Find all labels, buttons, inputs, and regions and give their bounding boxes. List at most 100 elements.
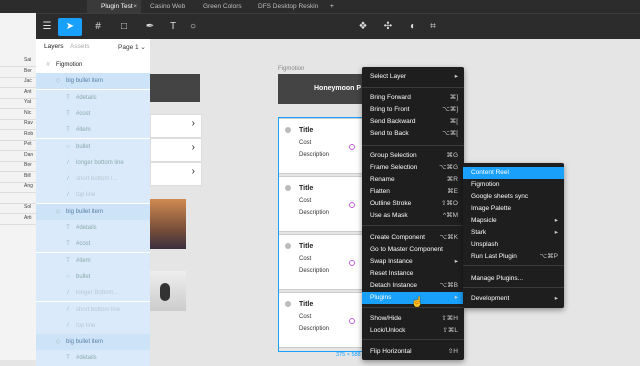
menu-item-label: Bring Forward bbox=[370, 94, 411, 101]
layer-label: short bottom line bbox=[76, 306, 121, 313]
tab-green-colors[interactable]: Green Colors bbox=[203, 0, 253, 13]
frame-tool-icon[interactable]: # bbox=[86, 18, 110, 36]
menu-item[interactable]: Outline Stroke ⇧⌘O bbox=[362, 198, 464, 210]
submenu-arrow-icon: ▸ bbox=[454, 294, 458, 301]
menu-item[interactable]: Create Component ⌥⌘K bbox=[362, 232, 464, 244]
layer-item[interactable]: / short bottom l... bbox=[36, 171, 150, 188]
list-item[interactable]: › bbox=[150, 138, 202, 162]
menu-item[interactable]: Image Palette bbox=[463, 203, 564, 215]
layer-item[interactable]: T #item bbox=[36, 252, 150, 269]
contrast-icon[interactable]: ◐ bbox=[404, 18, 422, 36]
layer-item[interactable]: / short bottom line bbox=[36, 301, 150, 318]
sheet-cell: Dan bbox=[24, 151, 34, 158]
menu-item-label: Select Layer bbox=[370, 73, 407, 80]
layer-item[interactable]: ◇ big bullet item bbox=[36, 203, 150, 220]
menu-item[interactable]: Select Layer ▸ bbox=[362, 71, 464, 83]
menu-item[interactable]: Bring Forward ⌘] bbox=[362, 92, 464, 104]
tab-dfs-desktop-reskin[interactable]: DFS Desktop Reskin bbox=[258, 0, 328, 13]
menu-item[interactable]: Manage Plugins... bbox=[463, 273, 564, 285]
menu-item[interactable]: Mapsicle ▸ bbox=[463, 215, 564, 227]
menu-item[interactable]: Show/Hide ⇧⌘H bbox=[362, 313, 464, 325]
menu-item[interactable]: Figmotion bbox=[463, 179, 564, 191]
menu-shortcut: ⌥⌘G bbox=[438, 164, 458, 171]
menu-item[interactable]: Rename ⌘R bbox=[362, 174, 464, 186]
menu-item[interactable]: Run Last Plugin ⌥⌘P bbox=[463, 251, 564, 263]
tab-plugin-test[interactable]: Plugin Test × bbox=[87, 0, 141, 13]
layer-item[interactable]: ○ bullet bbox=[36, 268, 150, 285]
menu-item-label: Rename bbox=[370, 176, 395, 183]
menu-item[interactable]: Detach Instance ⌥⌘B bbox=[362, 280, 464, 292]
submenu-arrow-icon: ▸ bbox=[554, 295, 558, 302]
menu-item-label: Send Backward bbox=[370, 118, 416, 125]
comment-tool-icon[interactable]: ○ bbox=[184, 18, 202, 36]
text-icon: T bbox=[66, 355, 70, 362]
layer-item[interactable]: / top line bbox=[36, 317, 150, 334]
menu-item[interactable]: Flip Horizontal ⇧H bbox=[362, 346, 464, 358]
menu-item[interactable]: Group Selection ⌘G bbox=[362, 150, 464, 162]
sheet-row bbox=[0, 193, 40, 204]
crop-icon[interactable]: ⌗ bbox=[424, 18, 442, 36]
sheet-row: Yat bbox=[0, 98, 40, 109]
menu-item-label: Content Reel bbox=[471, 169, 509, 176]
layer-item[interactable]: T #details bbox=[36, 220, 150, 236]
menu-item[interactable]: Development ▸ bbox=[463, 293, 564, 305]
menu-shortcut: ⇧⌘H bbox=[441, 315, 458, 322]
list-item[interactable]: › bbox=[150, 162, 202, 186]
layer-item[interactable]: T #item bbox=[36, 122, 150, 139]
frame-label[interactable]: Figmotion bbox=[278, 66, 304, 72]
hamburger-menu-icon[interactable]: ☰ bbox=[38, 18, 56, 36]
menu-item[interactable]: Send to Back ⌥⌘[ bbox=[362, 128, 464, 140]
menu-item-label: Create Component bbox=[370, 234, 425, 241]
layer-label: #cost bbox=[76, 110, 91, 117]
boolean-icon[interactable]: ✣ bbox=[376, 18, 400, 36]
sheet-row: Sol bbox=[0, 203, 40, 214]
menu-item-label: Swap Instance bbox=[370, 258, 413, 265]
menu-item[interactable]: Google sheets sync bbox=[463, 191, 564, 203]
figma-menu-area[interactable] bbox=[0, 0, 36, 13]
close-icon[interactable]: × bbox=[133, 0, 137, 13]
menu-item[interactable]: Lock/Unlock ⇧⌘L bbox=[362, 325, 464, 337]
layer-item[interactable]: ○ bullet bbox=[36, 138, 150, 155]
add-tab-icon[interactable]: + bbox=[330, 0, 340, 13]
menu-item[interactable]: Flatten ⌘E bbox=[362, 186, 464, 198]
layer-item[interactable]: ◇ big bullet item bbox=[36, 73, 150, 90]
menu-item[interactable]: Go to Master Component bbox=[362, 244, 464, 256]
layer-item[interactable]: T #cost bbox=[36, 236, 150, 253]
layer-item[interactable]: / longer Bottom... bbox=[36, 285, 150, 302]
plugins-submenu: Content Reel Figmotion Google sheets sync I… bbox=[463, 163, 564, 308]
rectangle-tool-icon[interactable]: □ bbox=[112, 18, 136, 36]
pen-tool-icon[interactable]: ✒ bbox=[138, 18, 162, 36]
menu-shortcut: ⌥⌘[ bbox=[442, 130, 458, 137]
sheet-cell: Ang bbox=[24, 183, 33, 189]
component-icon[interactable]: ❖ bbox=[354, 18, 372, 36]
tab-layers[interactable]: Layers bbox=[44, 43, 64, 50]
menu-item[interactable]: Content Reel bbox=[463, 167, 564, 179]
layer-item[interactable]: # Figmotion bbox=[36, 57, 150, 73]
menu-item[interactable]: Send Backward ⌘[ bbox=[362, 116, 464, 128]
move-tool-icon[interactable]: ➤ bbox=[58, 18, 82, 36]
sheet-cell: Bill bbox=[24, 172, 31, 179]
page-selector[interactable]: Page 1 ⌄ bbox=[118, 43, 146, 51]
menu-item[interactable]: Use as Mask ^⌘M bbox=[362, 210, 464, 222]
sheet-row: Ber bbox=[0, 67, 40, 78]
menu-item[interactable]: Unsplash bbox=[463, 239, 564, 251]
layer-item[interactable]: T #details bbox=[36, 350, 150, 366]
line-icon: / bbox=[67, 290, 69, 297]
tab-assets[interactable]: Assets bbox=[70, 43, 90, 50]
layer-item[interactable]: / longer bottom line bbox=[36, 154, 150, 171]
menu-item[interactable]: Bring to Front ⌥⌘] bbox=[362, 104, 464, 116]
menu-separator bbox=[362, 225, 464, 226]
layer-item[interactable]: T #cost bbox=[36, 105, 150, 122]
menu-item[interactable]: Reset Instance bbox=[362, 268, 464, 280]
tab-casino-web[interactable]: Casino Web bbox=[150, 0, 200, 13]
menu-item[interactable]: Swap Instance ▸ bbox=[362, 256, 464, 268]
list-item[interactable]: › bbox=[150, 114, 202, 138]
menu-shortcut: ⌘E bbox=[447, 188, 458, 195]
layer-item[interactable]: / top line bbox=[36, 187, 150, 204]
mouse-cursor-icon: ☝ bbox=[411, 297, 424, 308]
menu-item[interactable]: Stark ▸ bbox=[463, 227, 564, 239]
text-tool-icon[interactable]: T bbox=[164, 18, 182, 36]
layer-item[interactable]: ◇ big bullet item bbox=[36, 334, 150, 351]
layer-item[interactable]: T #details bbox=[36, 89, 150, 106]
menu-item[interactable]: Frame Selection ⌥⌘G bbox=[362, 162, 464, 174]
